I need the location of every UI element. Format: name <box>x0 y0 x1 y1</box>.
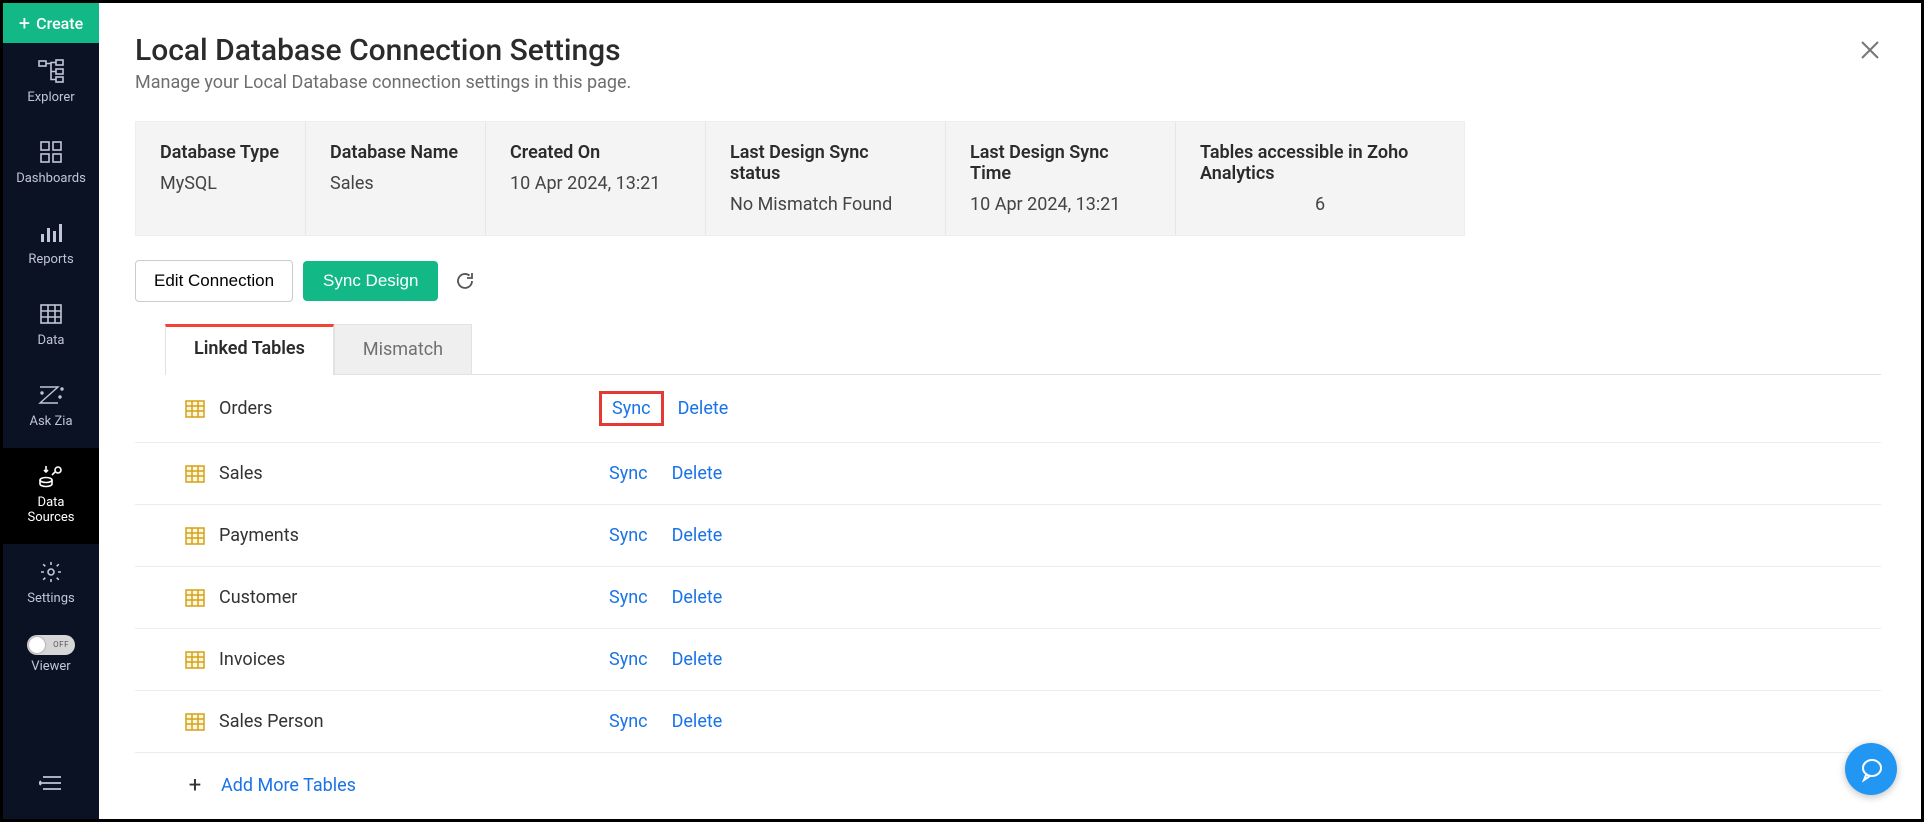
sync-link[interactable]: Sync <box>599 459 658 488</box>
sidebar-item-dashboards[interactable]: Dashboards <box>3 124 99 205</box>
data-icon <box>37 300 65 328</box>
info-tables-value: 6 <box>1315 194 1325 215</box>
table-row: Payments Sync Delete <box>135 505 1881 567</box>
sidebar-item-datasources[interactable]: Data Sources <box>3 448 99 544</box>
page-title: Local Database Connection Settings <box>135 33 1881 68</box>
table-icon <box>185 713 205 731</box>
sync-link[interactable]: Sync <box>599 583 658 612</box>
sync-link[interactable]: Sync <box>599 645 658 674</box>
edit-connection-button[interactable]: Edit Connection <box>135 260 293 302</box>
action-row: Edit Connection Sync Design <box>135 260 1881 302</box>
refresh-icon[interactable] <box>454 270 476 292</box>
sidebar-item-label: Data <box>38 334 65 349</box>
datasources-icon <box>37 462 65 490</box>
info-sync-time-header: Last Design Sync Time <box>970 142 1151 184</box>
viewer-label: Viewer <box>31 659 70 674</box>
info-sync-status-value: No Mismatch Found <box>730 194 921 215</box>
sidebar-item-label: Dashboards <box>16 172 86 187</box>
delete-link[interactable]: Delete <box>672 649 723 670</box>
sidebar-item-data[interactable]: Data <box>3 286 99 367</box>
close-button[interactable] <box>1859 39 1881 61</box>
table-name: Orders <box>219 398 599 419</box>
gear-icon <box>37 558 65 586</box>
tabs: Linked Tables Mismatch <box>165 324 1881 375</box>
table-name: Sales <box>219 463 599 484</box>
page-subtitle: Manage your Local Database connection se… <box>135 72 1881 93</box>
plus-icon: + <box>19 13 30 33</box>
table-name: Payments <box>219 525 599 546</box>
info-created-value: 10 Apr 2024, 13:21 <box>510 173 681 194</box>
table-name: Customer <box>219 587 599 608</box>
main-content: Local Database Connection Settings Manag… <box>99 3 1921 819</box>
linked-tables-list: Orders Sync Delete Sales Sync Delete Pay… <box>135 375 1881 753</box>
chat-button[interactable] <box>1845 743 1897 795</box>
sidebar-item-label: Reports <box>28 253 73 268</box>
info-tables-header: Tables accessible in Zoho Analytics <box>1200 142 1440 184</box>
sidebar-item-settings[interactable]: Settings <box>3 544 99 625</box>
sidebar-item-reports[interactable]: Reports <box>3 205 99 286</box>
add-more-tables-row: + Add More Tables <box>135 753 1881 796</box>
sync-link[interactable]: Sync <box>599 391 664 426</box>
info-db-type-header: Database Type <box>160 142 281 163</box>
connection-info-bar: Database Type MySQL Database Name Sales … <box>135 121 1465 236</box>
table-row: Sales Person Sync Delete <box>135 691 1881 753</box>
info-db-type-value: MySQL <box>160 173 281 194</box>
viewer-toggle-row: OFF Viewer <box>27 635 75 674</box>
sync-design-button[interactable]: Sync Design <box>303 261 438 301</box>
sidebar-item-askzia[interactable]: Ask Zia <box>3 367 99 448</box>
table-icon <box>185 527 205 545</box>
delete-link[interactable]: Delete <box>672 463 723 484</box>
dashboards-icon <box>37 138 65 166</box>
table-row: Orders Sync Delete <box>135 375 1881 443</box>
table-icon <box>185 400 205 418</box>
delete-link[interactable]: Delete <box>672 525 723 546</box>
delete-link[interactable]: Delete <box>672 711 723 732</box>
plus-icon: + <box>185 776 205 796</box>
delete-link[interactable]: Delete <box>672 587 723 608</box>
askzia-icon <box>37 381 65 409</box>
sync-link[interactable]: Sync <box>599 707 658 736</box>
sidebar-item-explorer[interactable]: Explorer <box>3 43 99 124</box>
info-db-name-value: Sales <box>330 173 461 194</box>
table-name: Sales Person <box>219 711 599 732</box>
collapse-sidebar-button[interactable] <box>3 763 99 803</box>
explorer-icon <box>37 57 65 85</box>
info-sync-status-header: Last Design Sync status <box>730 142 921 184</box>
info-sync-time-value: 10 Apr 2024, 13:21 <box>970 194 1151 215</box>
sidebar: + Create Explorer Dashboards <box>3 3 99 819</box>
info-created-header: Created On <box>510 142 681 163</box>
table-icon <box>185 589 205 607</box>
viewer-toggle[interactable]: OFF <box>27 635 75 655</box>
toggle-state: OFF <box>53 640 69 649</box>
table-icon <box>185 651 205 669</box>
table-row: Invoices Sync Delete <box>135 629 1881 691</box>
tab-mismatch[interactable]: Mismatch <box>334 324 472 374</box>
table-name: Invoices <box>219 649 599 670</box>
sidebar-item-label: Explorer <box>27 91 74 106</box>
tab-linked-tables[interactable]: Linked Tables <box>165 324 334 375</box>
table-icon <box>185 465 205 483</box>
add-more-tables-link[interactable]: Add More Tables <box>221 775 356 796</box>
info-db-name-header: Database Name <box>330 142 461 163</box>
sidebar-item-label: Settings <box>27 592 74 607</box>
create-button[interactable]: + Create <box>3 3 99 43</box>
sidebar-item-label: Data Sources <box>28 496 75 526</box>
reports-icon <box>37 219 65 247</box>
delete-link[interactable]: Delete <box>678 398 729 419</box>
table-row: Customer Sync Delete <box>135 567 1881 629</box>
table-row: Sales Sync Delete <box>135 443 1881 505</box>
sync-link[interactable]: Sync <box>599 521 658 550</box>
create-label: Create <box>36 14 83 33</box>
sidebar-item-label: Ask Zia <box>29 415 72 430</box>
